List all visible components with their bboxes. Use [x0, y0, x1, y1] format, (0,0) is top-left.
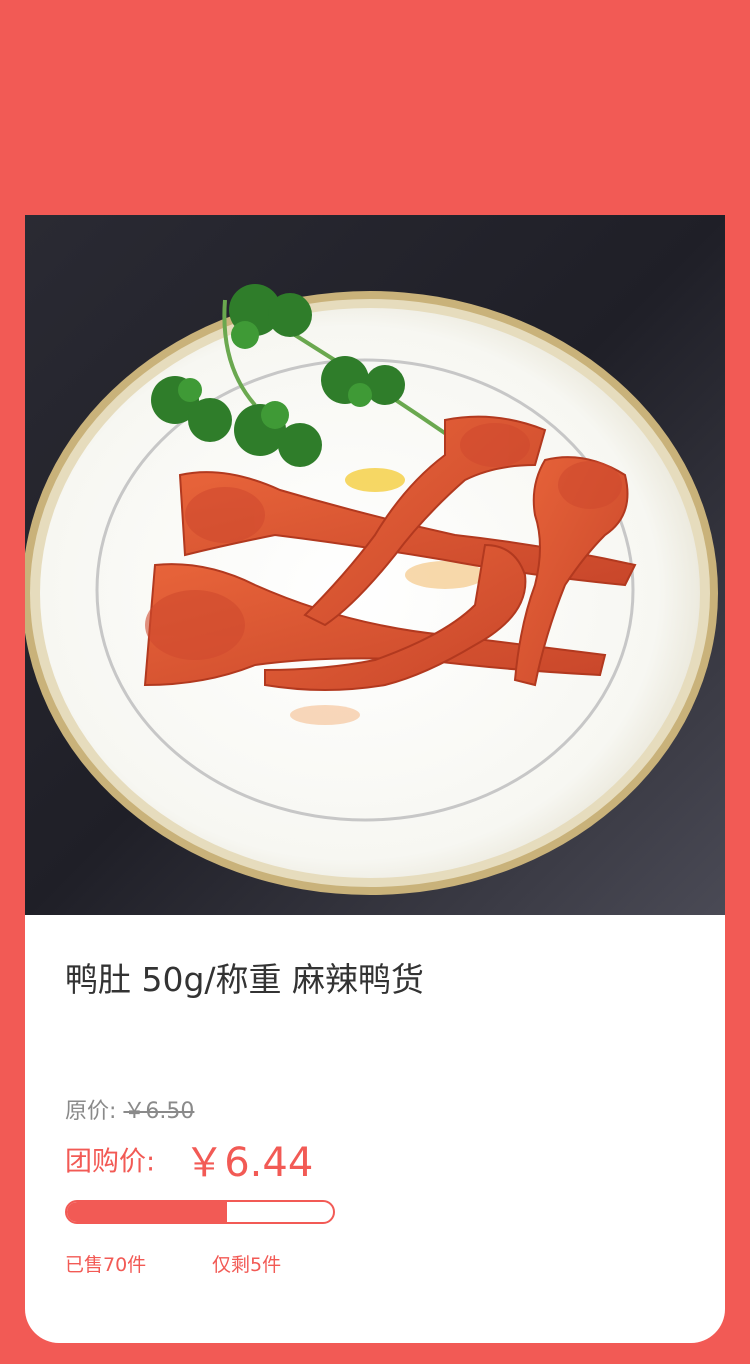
- group-price-value: ￥6.44: [184, 1140, 314, 1186]
- sales-progress-fill: [67, 1202, 227, 1222]
- product-image[interactable]: [25, 215, 725, 915]
- original-price: 原价: ￥6.50: [65, 1093, 194, 1125]
- product-title: 鸭肚 50g/称重 麻辣鸭货: [65, 960, 425, 999]
- product-card[interactable]: 鸭肚 50g/称重 麻辣鸭货 原价: ￥6.50 团购价: ￥6.44 已售70…: [25, 215, 725, 1343]
- sales-progress-bar: [65, 1200, 335, 1224]
- original-price-label: 原价:: [65, 1099, 117, 1124]
- group-price-label: 团购价:: [65, 1146, 156, 1178]
- page: { "product": { "name": "鸭肚 50g/称重 麻辣鸭货",…: [0, 0, 750, 1364]
- sold-count: 已售70件: [65, 1254, 147, 1276]
- remaining-stock: 仅剩5件: [212, 1254, 282, 1276]
- original-price-value: ￥6.50: [123, 1099, 195, 1124]
- group-buy-price: 团购价: ￥6.44: [65, 1130, 313, 1188]
